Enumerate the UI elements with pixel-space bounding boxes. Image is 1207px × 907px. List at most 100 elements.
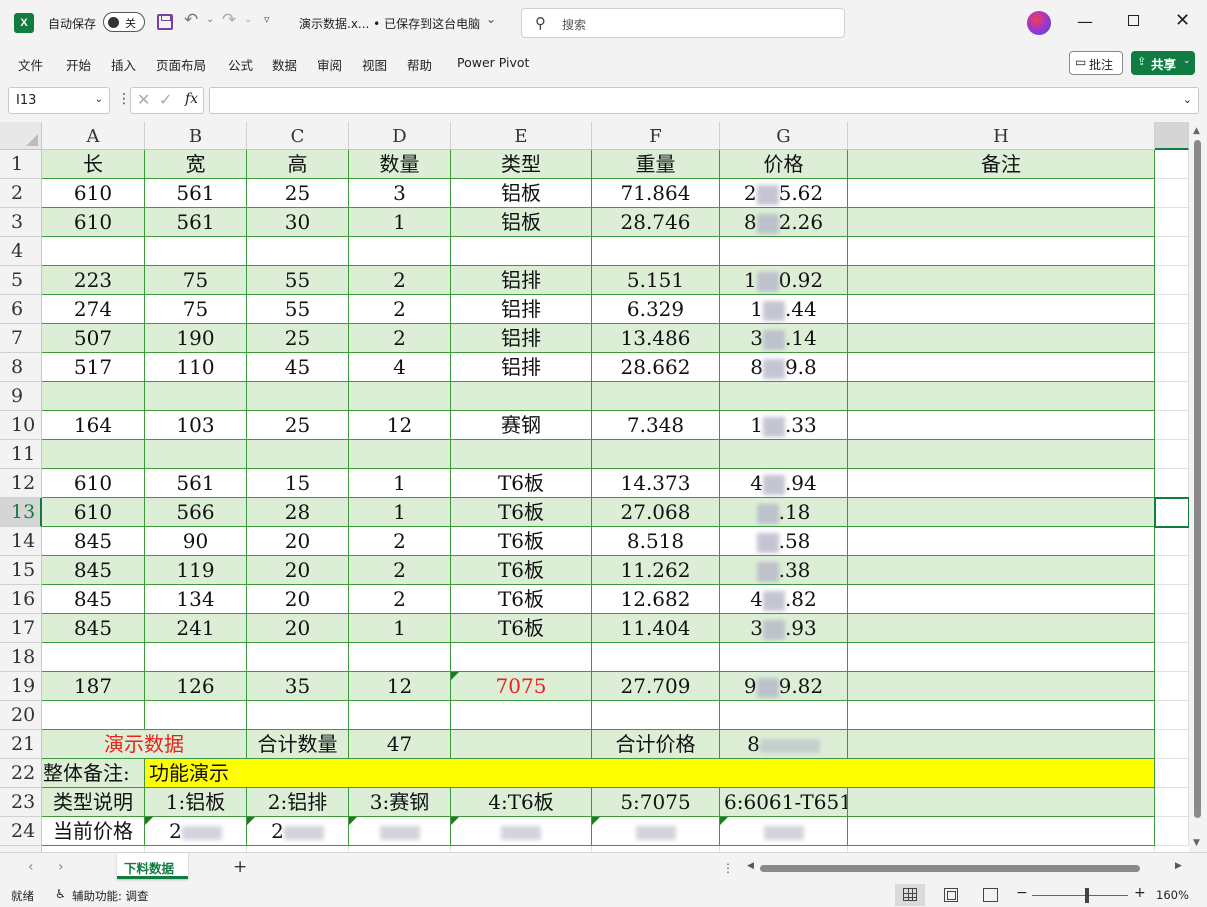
cell-g9[interactable] [720,382,848,411]
cell-g7[interactable]: 3.14 [720,324,848,353]
cell-f19[interactable]: 27.709 [592,672,720,701]
document-title[interactable]: 演示数据.x... • 已保存到这台电脑 [299,15,480,32]
cell-g11[interactable] [720,440,848,469]
cell-d18[interactable] [349,643,451,672]
cell-i11[interactable] [1155,440,1189,469]
cell-c12[interactable]: 15 [247,469,349,498]
cell-d23[interactable]: 3:赛钢 [349,788,451,817]
cell-i7[interactable] [1155,324,1189,353]
row-header-22[interactable]: 22 [0,759,42,788]
cell-f1[interactable]: 重量 [592,150,720,179]
cell-b13[interactable]: 566 [145,498,247,527]
worksheet-grid[interactable]: A B C D E F G H 1 2 3 4 5 6 7 8 9 10 11 12 13 14 15 16 17 18 19 20 2… [0,122,1189,852]
normal-view-icon[interactable] [903,888,917,901]
close-icon[interactable]: ✕ [1175,10,1190,31]
cell-h6[interactable] [848,295,1155,324]
cell-f20[interactable] [592,701,720,730]
cell-g21[interactable]: 8 [720,730,848,759]
cell-a18[interactable] [42,643,145,672]
cell-e15[interactable]: T6板 [451,556,592,585]
undo-icon[interactable]: ↶ [184,10,198,30]
column-header-i[interactable] [1155,122,1189,150]
cell-a8[interactable]: 517 [42,353,145,382]
cell-f11[interactable] [592,440,720,469]
cell-i3[interactable] [1155,208,1189,237]
cell-b16[interactable]: 134 [145,585,247,614]
scroll-up-icon[interactable]: ▲ [1193,126,1200,136]
cell-h23[interactable] [848,788,1155,817]
cell-f2[interactable]: 71.864 [592,179,720,208]
cell-a20[interactable] [42,701,145,730]
cell-i18[interactable] [1155,643,1189,672]
cell-c18[interactable] [247,643,349,672]
cell-h8[interactable] [848,353,1155,382]
cell-c8[interactable]: 45 [247,353,349,382]
redo-dropdown-icon[interactable]: ⌄ [244,14,252,25]
check-icon[interactable]: ✓ [159,90,172,109]
cell-f6[interactable]: 6.329 [592,295,720,324]
cell-e6[interactable]: 铝排 [451,295,592,324]
scroll-thumb[interactable] [1194,140,1201,818]
row-header-3[interactable]: 3 [0,208,42,237]
tab-view[interactable]: 视图 [362,55,387,74]
cell-c16[interactable]: 20 [247,585,349,614]
row-header-19[interactable]: 19 [0,672,42,701]
cell-f8[interactable]: 28.662 [592,353,720,382]
cell-a15[interactable]: 845 [42,556,145,585]
cell-g10[interactable]: 1.33 [720,411,848,440]
cell-i10[interactable] [1155,411,1189,440]
row-header-20[interactable]: 20 [0,701,42,730]
cell-e23[interactable]: 4:T6板 [451,788,592,817]
cell-a21[interactable]: 演示数据 [42,730,247,759]
share-button[interactable]: ⇪ 共享 ⌄ [1131,51,1195,75]
tab-formulas[interactable]: 公式 [228,55,253,74]
cell-e17[interactable]: T6板 [451,614,592,643]
cell-g1[interactable]: 价格 [720,150,848,179]
zoom-level[interactable]: 160% [1156,888,1189,902]
cell-a23[interactable]: 类型说明 [42,788,145,817]
cell-f15[interactable]: 11.262 [592,556,720,585]
cell-a3[interactable]: 610 [42,208,145,237]
cell-g8[interactable]: 8 9.8 [720,353,848,382]
cell-e9[interactable] [451,382,592,411]
cell-d21[interactable]: 47 [349,730,451,759]
accessibility-icon[interactable]: ♿ [55,887,66,901]
cell-d6[interactable]: 2 [349,295,451,324]
column-header-d[interactable]: D [349,122,451,150]
tab-power-pivot[interactable]: Power Pivot [457,55,529,70]
row-header-24[interactable]: 24 [0,817,42,846]
cell-d2[interactable]: 3 [349,179,451,208]
cell-b6[interactable]: 75 [145,295,247,324]
vertical-scrollbar[interactable]: ▲ ▼ [1189,122,1207,852]
cell-d3[interactable]: 1 [349,208,451,237]
row-header-21[interactable]: 21 [0,730,42,759]
sheet-tab[interactable]: 下料数据 [117,853,188,879]
cell-d4[interactable] [349,237,451,266]
cell-f17[interactable]: 11.404 [592,614,720,643]
cell-b1[interactable]: 宽 [145,150,247,179]
cell-b15[interactable]: 119 [145,556,247,585]
cell-e24[interactable] [451,817,592,846]
cell-b10[interactable]: 103 [145,411,247,440]
scroll-right-icon[interactable]: ▶ [1175,861,1182,871]
cell-b8[interactable]: 110 [145,353,247,382]
cell-f14[interactable]: 8.518 [592,527,720,556]
row-header-5[interactable]: 5 [0,266,42,295]
cell-d16[interactable]: 2 [349,585,451,614]
zoom-slider-thumb[interactable] [1085,888,1089,903]
cell-d15[interactable]: 2 [349,556,451,585]
cell-a9[interactable] [42,382,145,411]
cell-b20[interactable] [145,701,247,730]
cell-d7[interactable]: 2 [349,324,451,353]
cell-c3[interactable]: 30 [247,208,349,237]
cell-e7[interactable]: 铝排 [451,324,592,353]
cell-f12[interactable]: 14.373 [592,469,720,498]
cell-d12[interactable]: 1 [349,469,451,498]
cell-c19[interactable]: 35 [247,672,349,701]
row-header-10[interactable]: 10 [0,411,42,440]
cell-b22[interactable]: 功能演示 [145,759,1155,788]
cell-b14[interactable]: 90 [145,527,247,556]
minimize-icon[interactable]: — [1077,12,1093,31]
cell-f13[interactable]: 27.068 [592,498,720,527]
cell-h18[interactable] [848,643,1155,672]
